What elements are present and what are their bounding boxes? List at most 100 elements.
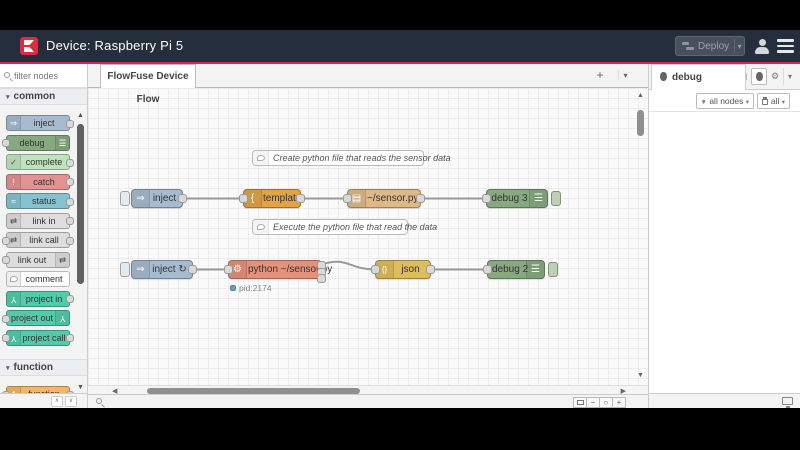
inject-trigger-button[interactable] — [120, 191, 130, 206]
workspace: FlowFuse Device Flow + ▾ Create python f… — [88, 64, 648, 408]
palette-node-debug[interactable]: ☰ debug — [2, 134, 70, 151]
palette-category-common[interactable]: ▾ common — [0, 88, 87, 105]
tab-flowfuse-device-flow[interactable]: FlowFuse Device Flow — [100, 64, 196, 105]
node-palette: ▾common ⇒ inject ☰ debug ✓ complete — [0, 64, 88, 408]
node-python-daemon[interactable]: ⚙ python ~/sensor.py — [224, 260, 332, 283]
node-file-sensor-py[interactable]: ▤ ~/sensor.py — [343, 189, 425, 208]
output-port[interactable] — [426, 265, 435, 274]
debug-sidebar-icon: ☰ — [55, 135, 69, 150]
input-port[interactable] — [483, 265, 492, 274]
input-port[interactable] — [224, 265, 233, 274]
deploy-button[interactable]: Deploy ▾ — [675, 36, 745, 56]
node-template[interactable]: { template — [239, 189, 305, 208]
flow-list-caret[interactable]: ▾ — [618, 71, 632, 80]
search-icon — [4, 72, 13, 81]
user-menu-button[interactable] — [754, 38, 770, 54]
palette-scrollbar-thumb[interactable] — [77, 124, 84, 284]
catch-icon: ! — [7, 174, 21, 189]
zoom-out-button[interactable]: − — [586, 396, 600, 408]
inject-icon: ⇒ — [7, 116, 21, 130]
tab-debug[interactable]: debug — [651, 64, 746, 90]
node-debug-2[interactable]: ☰ debug 2 — [483, 260, 558, 279]
trash-icon — [762, 97, 769, 105]
output-port[interactable] — [296, 194, 305, 203]
input-port[interactable] — [239, 194, 248, 203]
canvas-vertical-scrollbar[interactable]: ▲ ▼ — [636, 92, 646, 379]
palette-filter-input[interactable] — [14, 68, 80, 84]
sidebar-footer — [649, 393, 800, 408]
palette-node-inject[interactable]: ⇒ inject — [6, 115, 74, 131]
user-icon — [758, 39, 766, 46]
open-debug-window-icon[interactable] — [782, 397, 793, 408]
inject-trigger-button[interactable] — [120, 262, 130, 277]
scroll-up-icon[interactable]: ▲ — [77, 112, 84, 119]
debug-toggle-button[interactable] — [551, 191, 561, 206]
flow-canvas[interactable]: Create python file that reads the sensor… — [88, 88, 648, 385]
bug-icon — [660, 72, 667, 81]
palette-node-complete[interactable]: ✓ complete — [6, 154, 74, 170]
debug-clear-button[interactable]: all ▾ — [756, 93, 790, 109]
wires — [183, 197, 487, 271]
add-flow-button[interactable]: + — [592, 68, 608, 82]
debug-tab-icon[interactable] — [751, 68, 767, 85]
node-inject-2[interactable]: ⇒ inject ↻ — [120, 260, 197, 279]
vertical-scrollbar-thumb[interactable] — [637, 110, 644, 136]
inject-icon: ⇒ — [132, 190, 150, 207]
branch-icon: Y — [7, 291, 21, 306]
palette-node-project-in[interactable]: Y project in — [6, 290, 74, 307]
input-port[interactable] — [482, 194, 491, 203]
collapse-categories-button[interactable]: ∧ — [51, 396, 63, 407]
comment-node-create-python[interactable]: Create python file that reads the sensor… — [252, 150, 451, 166]
link-icon: ⇄ — [7, 213, 21, 228]
node-inject-1[interactable]: ⇒ inject — [120, 189, 187, 208]
palette-node-function[interactable]: ƒ function — [2, 386, 74, 393]
header: Device: Raspberry Pi 5 Deploy ▾ — [0, 30, 800, 62]
expand-categories-button[interactable]: ∨ — [65, 396, 77, 407]
comment-bubble-icon — [253, 220, 269, 234]
branch-icon: Y — [55, 311, 69, 325]
input-port[interactable] — [371, 265, 380, 274]
flow-tab-bar: FlowFuse Device Flow + ▾ — [88, 64, 648, 105]
search-flows-icon[interactable] — [96, 398, 105, 407]
page-title: Device: Raspberry Pi 5 — [46, 38, 184, 53]
palette-scrollbar[interactable]: ▲ ▼ — [77, 112, 85, 391]
navigator-button[interactable] — [573, 396, 587, 408]
scroll-down-icon[interactable]: ▼ — [637, 372, 644, 379]
output-port[interactable] — [416, 194, 425, 203]
comment-node-execute-python[interactable]: Execute the python file that read the da… — [252, 219, 437, 235]
palette-node-link-out[interactable]: ⇄ link out — [2, 251, 70, 268]
horizontal-scrollbar-thumb[interactable] — [147, 387, 360, 394]
scroll-down-icon[interactable]: ▼ — [77, 384, 84, 391]
palette-node-catch[interactable]: ! catch — [6, 173, 74, 190]
palette-node-link-in[interactable]: ⇄ link in — [6, 212, 74, 229]
palette-node-comment[interactable]: comment — [6, 271, 70, 287]
node-red-editor: Device: Raspberry Pi 5 Deploy ▾ ▾commo — [0, 30, 800, 408]
chevron-down-icon: ▾ — [6, 94, 10, 101]
node-json[interactable]: {} json — [371, 260, 435, 279]
canvas-horizontal-scrollbar[interactable]: ◀ ▶ — [88, 385, 648, 395]
debug-toggle-button[interactable] — [548, 262, 558, 277]
sidebar-tabs-caret[interactable]: ▾ — [783, 68, 796, 85]
palette-node-link-call[interactable]: ⇄ link call — [2, 232, 74, 248]
palette-body: ▾ common ⇒ inject ☰ debug ✓ complete ! c… — [0, 88, 87, 393]
main-menu-button[interactable] — [777, 39, 794, 53]
output-port[interactable] — [178, 194, 187, 203]
status-pulse-icon: ≈ — [7, 194, 21, 208]
funnel-icon: ▼ — [700, 99, 707, 106]
zoom-in-button[interactable]: + — [612, 396, 626, 408]
zoom-reset-button[interactable]: ○ — [599, 396, 613, 408]
inject-icon: ⇒ — [132, 261, 150, 278]
output-port-3[interactable] — [317, 274, 326, 283]
config-gear-icon[interactable]: ⚙ — [767, 68, 783, 85]
palette-node-status[interactable]: ≈ status — [6, 193, 74, 209]
palette-node-project-call[interactable]: Y project call — [2, 329, 74, 346]
debug-filter-button[interactable]: ▼ all nodes ▾ — [695, 93, 754, 109]
scroll-up-icon[interactable]: ▲ — [637, 92, 644, 99]
palette-node-project-out[interactable]: Y project out — [2, 310, 70, 326]
input-port[interactable] — [343, 194, 352, 203]
palette-category-function[interactable]: ▾ function — [0, 359, 87, 376]
output-port[interactable] — [188, 265, 197, 274]
deploy-options-caret[interactable]: ▾ — [735, 42, 744, 51]
node-debug-3[interactable]: ☰ debug 3 — [482, 189, 561, 208]
flowfuse-logo-icon — [20, 37, 38, 55]
